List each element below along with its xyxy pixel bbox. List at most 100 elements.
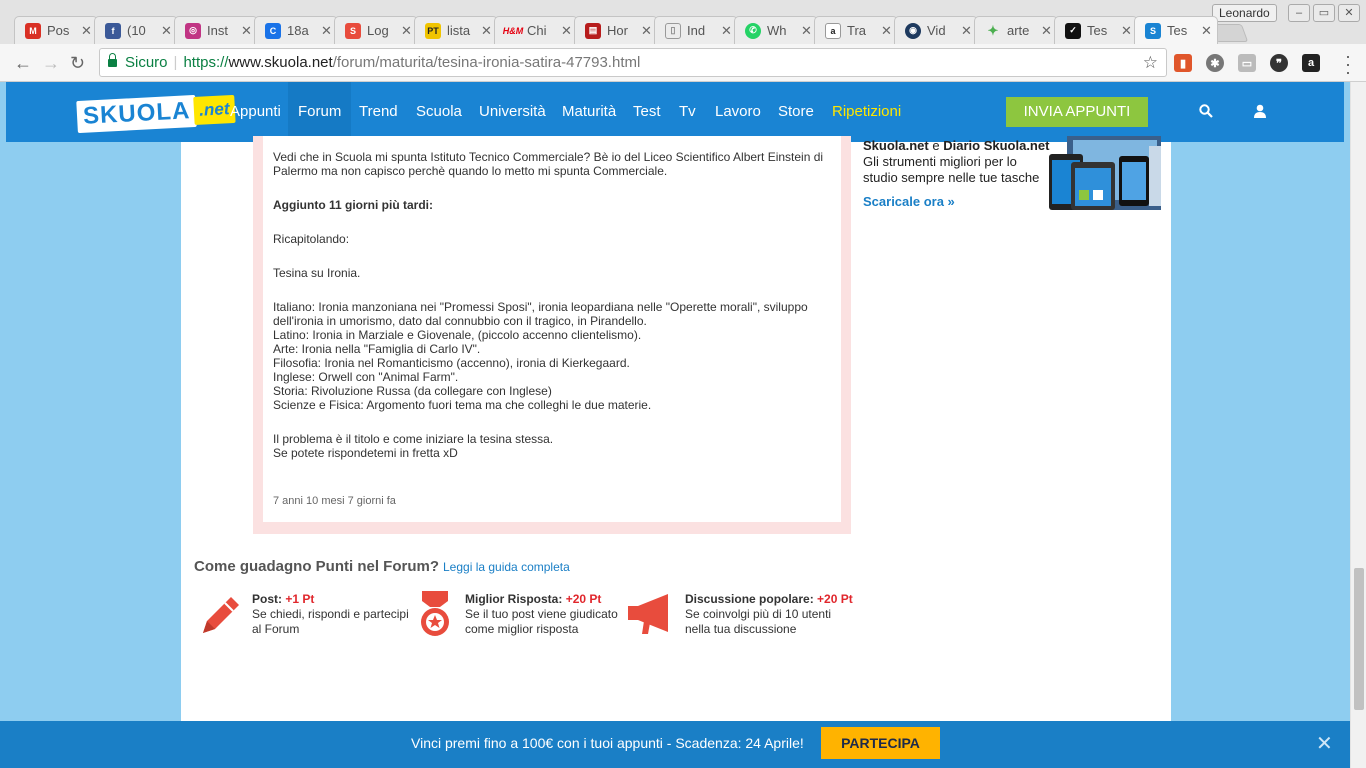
partecipa-button[interactable]: PARTECIPA	[821, 727, 940, 759]
extension-office-icon[interactable]: ▮	[1174, 54, 1192, 72]
browser-menu-icon[interactable]: · · ·	[1345, 47, 1351, 81]
points-item-head: Miglior Risposta:	[465, 592, 563, 606]
nav-trend[interactable]: Trend	[359, 82, 398, 142]
points-item-desc: Se il tuo post viene giudicato	[465, 607, 618, 621]
close-tab-icon[interactable]: ✕	[881, 23, 893, 39]
close-tab-icon[interactable]: ✕	[641, 23, 653, 39]
close-tab-icon[interactable]: ✕	[401, 23, 413, 39]
close-tab-icon[interactable]: ✕	[561, 23, 573, 39]
nav-test[interactable]: Test	[633, 82, 661, 142]
minimize-icon[interactable]: –	[1288, 4, 1310, 22]
pencil-icon	[203, 597, 239, 633]
subject-line: Italiano: Ironia manzoniana nei "Promess…	[273, 300, 808, 328]
extension-amazon-icon[interactable]: a	[1302, 54, 1320, 72]
browser-tab[interactable]: M Pos ✕	[14, 16, 98, 44]
nav-store[interactable]: Store	[778, 82, 814, 142]
browser-tab[interactable]: f (10 ✕	[94, 16, 178, 44]
close-tab-icon[interactable]: ✕	[801, 23, 813, 39]
browser-tab[interactable]: ✦ arte ✕	[974, 16, 1058, 44]
instagram-icon: ◎	[185, 22, 201, 39]
browser-tab[interactable]: C 18a ✕	[254, 16, 338, 44]
omnibox-separator: |	[173, 54, 178, 71]
whatsapp-icon: ✆	[745, 22, 761, 39]
browser-tab[interactable]: H&M Chi ✕	[494, 16, 578, 44]
user-icon[interactable]	[1254, 104, 1266, 123]
extension-quote-icon[interactable]: ❞	[1270, 54, 1288, 72]
close-tab-icon[interactable]: ✕	[1041, 23, 1053, 39]
close-tab-icon[interactable]: ✕	[481, 23, 493, 39]
hm-logo-icon: H&M	[502, 25, 524, 36]
close-tab-icon[interactable]: ✕	[241, 23, 253, 39]
close-tab-icon[interactable]: ✕	[961, 23, 973, 39]
nav-forum[interactable]: Forum	[288, 82, 352, 142]
nav-scuola[interactable]: Scuola	[416, 82, 462, 142]
promo-download-link[interactable]: Scaricale ora »	[863, 194, 955, 209]
video-icon: ◉	[905, 22, 921, 39]
browser-tab[interactable]: ◉ Vid ✕	[894, 16, 978, 44]
url-domain: www.skuola.net	[228, 54, 333, 71]
browser-tab[interactable]: ◎ Inst ✕	[174, 16, 258, 44]
close-tab-icon[interactable]: ✕	[1201, 23, 1213, 39]
nav-universita[interactable]: Università	[479, 82, 546, 142]
url-scheme: https://	[183, 54, 229, 71]
pinwheel-icon: ✦	[987, 22, 999, 38]
points-item-desc: Se chiedi, rispondi e partecipi	[252, 607, 409, 621]
close-tab-icon[interactable]: ✕	[161, 23, 173, 39]
close-tab-icon[interactable]: ✕	[721, 23, 733, 39]
promo-title-and: e	[932, 138, 940, 153]
skuola-logo[interactable]: SKUOLA .net	[76, 91, 236, 135]
points-item-post: Post: +1 Pt Se chiedi, rispondi e partec…	[252, 592, 409, 637]
search-icon[interactable]	[1199, 104, 1213, 123]
main-content: Vedi che in Scuola mi spunta Istituto Te…	[181, 136, 1171, 722]
page-viewport: SKUOLA .net Appunti Forum Trend Scuola Un…	[0, 82, 1350, 768]
subject-line: Arte: Ironia nella "Famiglia di Carlo IV…	[273, 342, 481, 356]
post-subjects: Italiano: Ironia manzoniana nei "Promess…	[273, 300, 831, 412]
bookmark-star-icon[interactable]: ☆	[1143, 49, 1158, 76]
extension-vr-icon[interactable]: ▭	[1238, 54, 1256, 72]
browser-toolbar: ← → ↻ Sicuro | https://www.skuola.net/foru…	[0, 44, 1366, 82]
nav-tv[interactable]: Tv	[679, 82, 696, 142]
nav-maturita[interactable]: Maturità	[562, 82, 616, 142]
url-path: /forum/maturita/tesina-ironia-satira-477…	[332, 54, 641, 71]
browser-tab[interactable]: PT lista ✕	[414, 16, 498, 44]
browser-tab[interactable]: S Log ✕	[334, 16, 418, 44]
browser-tab[interactable]: ▯ Ind ✕	[654, 16, 738, 44]
post-recap-label: Ricapitolando:	[273, 232, 350, 246]
close-tab-icon[interactable]: ✕	[81, 23, 93, 39]
points-item-popular: Discussione popolare: +20 Pt Se coinvolg…	[685, 592, 853, 637]
browser-tab[interactable]: ✆ Wh ✕	[734, 16, 818, 44]
profile-button[interactable]: Leonardo	[1212, 4, 1277, 22]
subject-line: Scienze e Fisica: Argomento fuori tema m…	[273, 398, 652, 412]
forum-post-frame: Vedi che in Scuola mi spunta Istituto Te…	[253, 136, 851, 534]
scrollbar-thumb[interactable]	[1354, 568, 1364, 710]
browser-tab[interactable]: ✓ Tes ✕	[1054, 16, 1138, 44]
address-bar[interactable]: Sicuro | https://www.skuola.net/forum/matu…	[99, 48, 1167, 77]
back-arrow-icon[interactable]: ←	[14, 53, 32, 74]
browser-tab[interactable]: ▤ Hor ✕	[574, 16, 658, 44]
points-item-pts: +20 Pt	[565, 592, 602, 606]
checkmark-logo-icon: ✓	[1065, 22, 1081, 39]
post-timestamp: 7 anni 10 mesi 7 giorni fa	[273, 495, 396, 507]
forum-post: Vedi che in Scuola mi spunta Istituto Te…	[263, 136, 841, 522]
browser-tab[interactable]: a Tra ✕	[814, 16, 898, 44]
reload-icon[interactable]: ↻	[70, 53, 85, 74]
close-tab-icon[interactable]: ✕	[1121, 23, 1133, 39]
nav-lavoro[interactable]: Lavoro	[715, 82, 761, 142]
logo-suffix-text: .net	[193, 94, 236, 125]
extension-gear-icon[interactable]: ✱	[1206, 54, 1224, 72]
browser-tab-active[interactable]: S Tes ✕	[1134, 16, 1218, 44]
nav-ripetizioni[interactable]: Ripetizioni	[832, 82, 901, 142]
banner-text: Vinci premi fino a 100€ con i tuoi appun…	[411, 735, 804, 751]
forward-arrow-icon[interactable]: →	[42, 53, 60, 74]
points-guide-link[interactable]: Leggi la guida completa	[443, 560, 570, 574]
close-tab-icon[interactable]: ✕	[321, 23, 333, 39]
close-window-icon[interactable]: ✕	[1338, 4, 1360, 22]
invia-appunti-button[interactable]: INVIA APPUNTI	[1006, 97, 1148, 127]
maximize-icon[interactable]: ▭	[1313, 4, 1335, 22]
close-icon[interactable]: ✕	[1316, 731, 1333, 756]
scrollbar[interactable]	[1350, 82, 1366, 768]
nav-appunti[interactable]: Appunti	[230, 82, 281, 142]
phones-illustration	[1049, 136, 1161, 210]
promo-banner: Vinci premi fino a 100€ con i tuoi appun…	[0, 721, 1350, 768]
points-item-desc: Se coinvolgi più di 10 utenti	[685, 607, 832, 621]
